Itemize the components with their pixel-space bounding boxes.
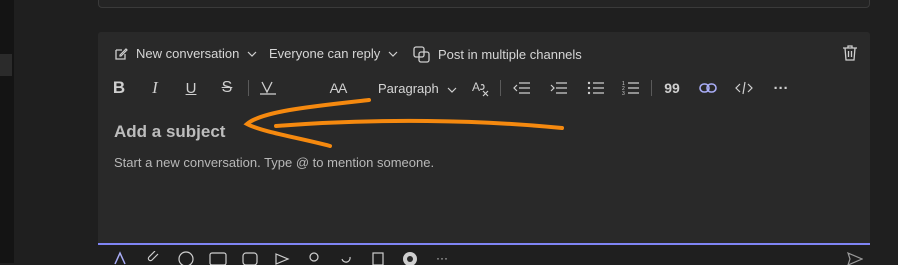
message-actions-bar: ···	[98, 245, 898, 265]
bold-button[interactable]: B	[110, 76, 128, 100]
outdent-icon[interactable]	[511, 76, 533, 100]
highlighter-icon[interactable]	[257, 76, 279, 100]
toolbar-divider	[248, 80, 249, 96]
new-conversation-label: New conversation	[136, 46, 240, 61]
font-size-button[interactable]: AA	[326, 76, 350, 100]
paragraph-dropdown[interactable]: Paragraph	[378, 76, 457, 100]
chevron-down-icon	[447, 81, 457, 96]
svg-text:3: 3	[622, 91, 625, 96]
underline-button[interactable]: U	[182, 76, 200, 100]
chevron-down-icon	[388, 51, 398, 57]
compose-header: New conversation Everyone can reply Post…	[98, 32, 870, 76]
message-body-input[interactable]: Start a new conversation. Type @ to ment…	[114, 155, 434, 170]
clear-format-icon[interactable]: A	[470, 76, 492, 100]
rail-item[interactable]	[0, 54, 12, 76]
svg-text:A: A	[472, 80, 480, 94]
new-conversation-dropdown[interactable]: New conversation	[114, 46, 257, 61]
multi-channel-label: Post in multiple channels	[438, 47, 582, 62]
reply-option-label: Everyone can reply	[269, 46, 381, 61]
chevron-down-icon	[247, 51, 257, 57]
trash-icon[interactable]	[842, 44, 858, 67]
left-rail	[0, 0, 14, 263]
italic-button[interactable]: I	[146, 76, 164, 100]
more-options-button[interactable]: ···	[770, 76, 792, 100]
formatting-toolbar: B I U S AA Paragraph A 123 99 ···	[98, 76, 870, 106]
strikethrough-button[interactable]: S	[218, 76, 236, 100]
copy-channels-icon	[413, 46, 430, 63]
post-in-multiple-channels-button[interactable]: Post in multiple channels	[413, 46, 582, 63]
toolbar-divider	[651, 80, 652, 96]
quote-button[interactable]: 99	[661, 76, 683, 100]
bullet-list-icon[interactable]	[585, 76, 607, 100]
indent-icon[interactable]	[548, 76, 570, 100]
subject-input[interactable]: Add a subject	[114, 122, 225, 142]
link-icon[interactable]	[697, 76, 719, 100]
reply-option-dropdown[interactable]: Everyone can reply	[269, 46, 398, 61]
code-icon[interactable]	[733, 76, 755, 100]
previous-post-card	[98, 0, 870, 8]
edit-icon	[114, 47, 128, 61]
paragraph-label: Paragraph	[378, 80, 439, 96]
toolbar-divider	[500, 80, 501, 96]
compose-box: New conversation Everyone can reply Post…	[98, 32, 870, 245]
numbered-list-icon[interactable]: 123	[620, 76, 642, 100]
